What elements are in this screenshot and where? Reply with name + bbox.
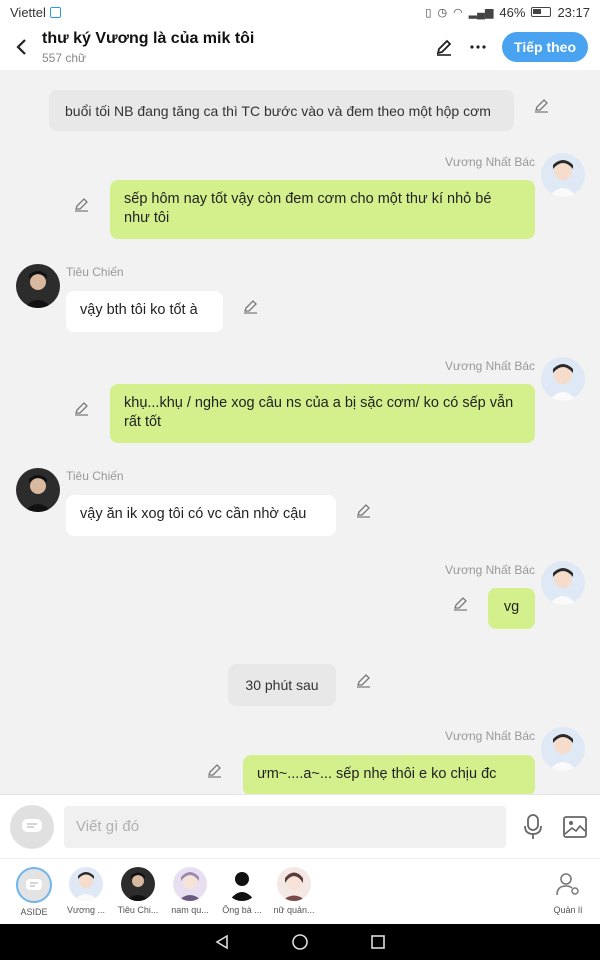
- sender-name: Vương Nhất Bác: [445, 563, 535, 577]
- edit-icon[interactable]: [452, 594, 470, 612]
- sender-name: Vương Nhất Bác: [445, 155, 535, 169]
- image-icon[interactable]: [560, 812, 590, 842]
- microphone-icon[interactable]: [518, 812, 548, 842]
- signal-icon: ▂▄▆: [468, 6, 494, 19]
- character-ong-ba[interactable]: Ông bà ...: [218, 867, 266, 915]
- title-block: thư ký Vương là của mik tôi 557 chữ: [42, 30, 434, 65]
- wifi-icon: ◠: [453, 6, 463, 19]
- avatar[interactable]: [16, 264, 60, 308]
- battery-percent: 46%: [499, 4, 526, 20]
- avatar[interactable]: [541, 727, 585, 771]
- avatar[interactable]: [541, 153, 585, 197]
- message-input[interactable]: [64, 805, 506, 848]
- story-title: thư ký Vương là của mik tôi: [42, 29, 255, 47]
- system-nav-bar: [0, 924, 600, 960]
- chat-area[interactable]: buổi tối NB đang tăng ca thì TC bước vào…: [0, 70, 600, 794]
- character-label: Vương ...: [67, 905, 105, 915]
- avatar[interactable]: [16, 468, 60, 512]
- message-bubble: ưm~....a~... sếp nhẹ thôi e ko chịu đc: [243, 755, 535, 794]
- vibrate-icon: ▯: [425, 6, 432, 19]
- manage-user-icon: [551, 867, 585, 901]
- character-vuong[interactable]: Vương ...: [62, 867, 110, 915]
- clock: 23:17: [557, 4, 590, 20]
- edit-icon[interactable]: [242, 297, 260, 315]
- character-label: Tiêu Chi...: [117, 905, 159, 915]
- character-aside[interactable]: ASIDE: [10, 867, 58, 917]
- message-bubble: vậy ăn ik xog tôi có vc cần nhờ cậu: [66, 495, 336, 536]
- avatar: [277, 867, 311, 901]
- edit-icon[interactable]: [206, 761, 224, 779]
- status-bar: Viettel ▯ ◷ ◠ ▂▄▆ 46% 23:17: [0, 0, 600, 24]
- status-left: Viettel: [10, 5, 61, 20]
- pencil-icon[interactable]: [434, 37, 454, 57]
- character-label: Ông bà ...: [222, 905, 262, 915]
- nav-back-icon[interactable]: [212, 932, 232, 952]
- top-actions: Tiếp theo: [434, 32, 588, 62]
- avatar[interactable]: [541, 357, 585, 401]
- carrier-icon: [49, 6, 61, 18]
- avatar: [69, 867, 103, 901]
- edit-icon[interactable]: [355, 501, 373, 519]
- nav-home-icon[interactable]: [290, 932, 310, 952]
- next-button[interactable]: Tiếp theo: [502, 32, 588, 62]
- word-count: 557 chữ: [42, 50, 87, 65]
- message-bubble: vg: [488, 588, 535, 629]
- character-tieu[interactable]: Tiêu Chi...: [114, 867, 162, 915]
- narration-message: buổi tối NB đang tăng ca thì TC bước vào…: [49, 90, 514, 131]
- message-bubble: vậy bth tôi ko tốt à: [66, 291, 223, 332]
- composer-bar: [0, 794, 600, 858]
- nav-recent-icon[interactable]: [368, 932, 388, 952]
- character-label: Quản lí: [553, 905, 583, 915]
- more-icon[interactable]: [468, 37, 488, 57]
- alarm-icon: ◷: [437, 6, 448, 19]
- edit-icon[interactable]: [73, 195, 91, 213]
- chat-bubble-icon: [16, 867, 52, 903]
- character-bar: ASIDE Vương ... Tiêu Chi... nam qu... Ôn…: [0, 858, 600, 924]
- sender-name: Tiêu Chiến: [66, 469, 124, 483]
- sender-name: Vương Nhất Bác: [445, 359, 535, 373]
- battery-icon: [531, 7, 552, 17]
- status-right: ▯ ◷ ◠ ▂▄▆ 46% 23:17: [425, 5, 590, 20]
- message-bubble: sếp hôm nay tốt vậy còn đem cơm cho một …: [110, 180, 535, 239]
- edit-icon[interactable]: [533, 96, 551, 114]
- avatar: [121, 867, 155, 901]
- message-bubble: khụ...khụ / nghe xog câu ns của a bị sặc…: [110, 384, 535, 443]
- chat-bubble-icon[interactable]: [10, 804, 54, 849]
- character-label: nữ quản...: [273, 905, 315, 915]
- edit-icon[interactable]: [73, 399, 91, 417]
- character-label: nam qu...: [171, 905, 209, 915]
- carrier-name: Viettel: [10, 4, 46, 20]
- character-label: ASIDE: [20, 907, 48, 917]
- narration-message: 30 phút sau: [228, 664, 336, 706]
- character-nu-quan[interactable]: nữ quản...: [270, 867, 318, 915]
- avatar[interactable]: [541, 561, 585, 605]
- character-nam-quan[interactable]: nam qu...: [166, 867, 214, 915]
- avatar: [225, 867, 259, 901]
- sender-name: Tiêu Chiến: [66, 265, 124, 279]
- back-icon[interactable]: [12, 37, 32, 57]
- top-bar: thư ký Vương là của mik tôi 557 chữ Tiếp…: [0, 24, 600, 70]
- manage-characters[interactable]: Quản lí: [544, 867, 592, 915]
- avatar: [173, 867, 207, 901]
- edit-icon[interactable]: [355, 671, 373, 689]
- sender-name: Vương Nhất Bác: [445, 729, 535, 743]
